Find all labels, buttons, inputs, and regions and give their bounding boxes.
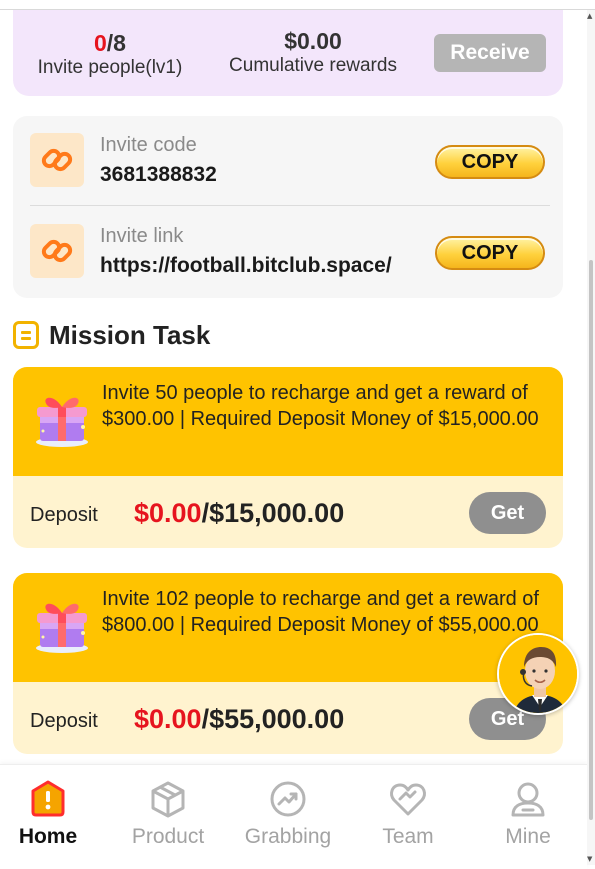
nav-item-product[interactable]: Product [113, 779, 223, 859]
task-description: Invite 102 people to recharge and get a … [102, 588, 539, 636]
copy-code-button[interactable]: COPY [435, 145, 545, 179]
deposit-progress: $0.00/$15,000.00 [134, 498, 344, 529]
mission-task-title: Mission Task [49, 319, 211, 350]
gift-box-icon [36, 397, 88, 447]
invite-code-row: Invite code 3681388832 COPY [30, 116, 550, 206]
nav-label-mine: Mine [505, 825, 551, 848]
mission-task-card: Invite 50 people to recharge and get a r… [13, 367, 563, 548]
nav-item-team[interactable]: Team [353, 779, 463, 859]
deposit-current: $0.00 [134, 498, 202, 528]
trend-icon [270, 781, 306, 817]
link-chain-icon [30, 133, 84, 187]
deposit-target: /$15,000.00 [201, 498, 345, 528]
deposit-current: $0.00 [134, 704, 202, 734]
home-icon [31, 780, 65, 817]
nav-item-home[interactable]: Home [0, 779, 103, 859]
invite-code-value: 3681388832 [100, 163, 217, 186]
task-header: Invite 102 people to recharge and get a … [13, 573, 563, 682]
scroll-down-arrow-icon[interactable]: ▼ [587, 855, 592, 863]
vertical-scrollbar[interactable]: ▲ ▼ [587, 10, 595, 865]
scrollbar-thumb[interactable] [589, 260, 593, 820]
cumulative-reward-stat: $0.00 Cumulative rewards [213, 28, 413, 77]
nav-label-home: Home [18, 825, 78, 848]
invited-count-stat: 0/8 Invite people(lv1) [25, 30, 195, 79]
receive-button[interactable]: Receive [434, 34, 546, 72]
mission-task-heading: Mission Task [13, 318, 210, 352]
invited-count-value: 0/8 [25, 30, 195, 56]
task-deposit-row: Deposit $0.00/$15,000.00 Get [13, 476, 563, 548]
invited-total: /8 [106, 30, 126, 56]
link-chain-icon [30, 224, 84, 278]
nav-item-grabbing[interactable]: Grabbing [233, 779, 343, 859]
task-header: Invite 50 people to recharge and get a r… [13, 367, 563, 476]
nav-item-mine[interactable]: Mine [473, 779, 583, 859]
support-agent-icon [499, 635, 577, 713]
deposit-label: Deposit [30, 504, 98, 526]
invite-code-label: Invite code [100, 134, 197, 156]
nav-label-product: Product [131, 825, 205, 848]
invite-info-card: Invite code 3681388832 COPY Invite link … [13, 116, 563, 298]
mission-task-card: Invite 102 people to recharge and get a … [13, 573, 563, 754]
invite-link-value: https://football.bitclub.space/ [100, 254, 392, 277]
nav-label-grabbing: Grabbing [244, 825, 332, 848]
heart-icon [390, 783, 426, 816]
task-description: Invite 50 people to recharge and get a r… [102, 382, 539, 430]
customer-support-avatar[interactable] [497, 633, 579, 715]
bottom-navigation: Home Product Grabbing Team Mine [0, 764, 587, 869]
task-deposit-row: Deposit $0.00/$55,000.00 Get [13, 682, 563, 754]
copy-link-button[interactable]: COPY [435, 236, 545, 270]
deposit-label: Deposit [30, 710, 98, 732]
get-reward-button[interactable]: Get [469, 492, 546, 534]
gift-box-icon [36, 603, 88, 653]
cumulative-reward-value: $0.00 [284, 28, 342, 54]
top-divider [0, 0, 595, 10]
nav-label-team: Team [382, 825, 434, 848]
deposit-target: /$55,000.00 [201, 704, 345, 734]
invited-count-label: Invite people(lv1) [37, 57, 183, 78]
user-icon [511, 782, 545, 817]
deposit-progress: $0.00/$55,000.00 [134, 704, 344, 735]
invite-link-label: Invite link [100, 225, 184, 247]
invite-link-row: Invite link https://football.bitclub.spa… [30, 207, 550, 297]
invite-stats-card: 0/8 Invite people(lv1) $0.00 Cumulative … [13, 10, 563, 96]
scroll-up-arrow-icon[interactable]: ▲ [587, 12, 592, 20]
task-list-icon [13, 321, 39, 349]
box-icon [151, 781, 185, 818]
invited-current: 0 [94, 30, 107, 56]
cumulative-reward-label: Cumulative rewards [229, 55, 397, 76]
